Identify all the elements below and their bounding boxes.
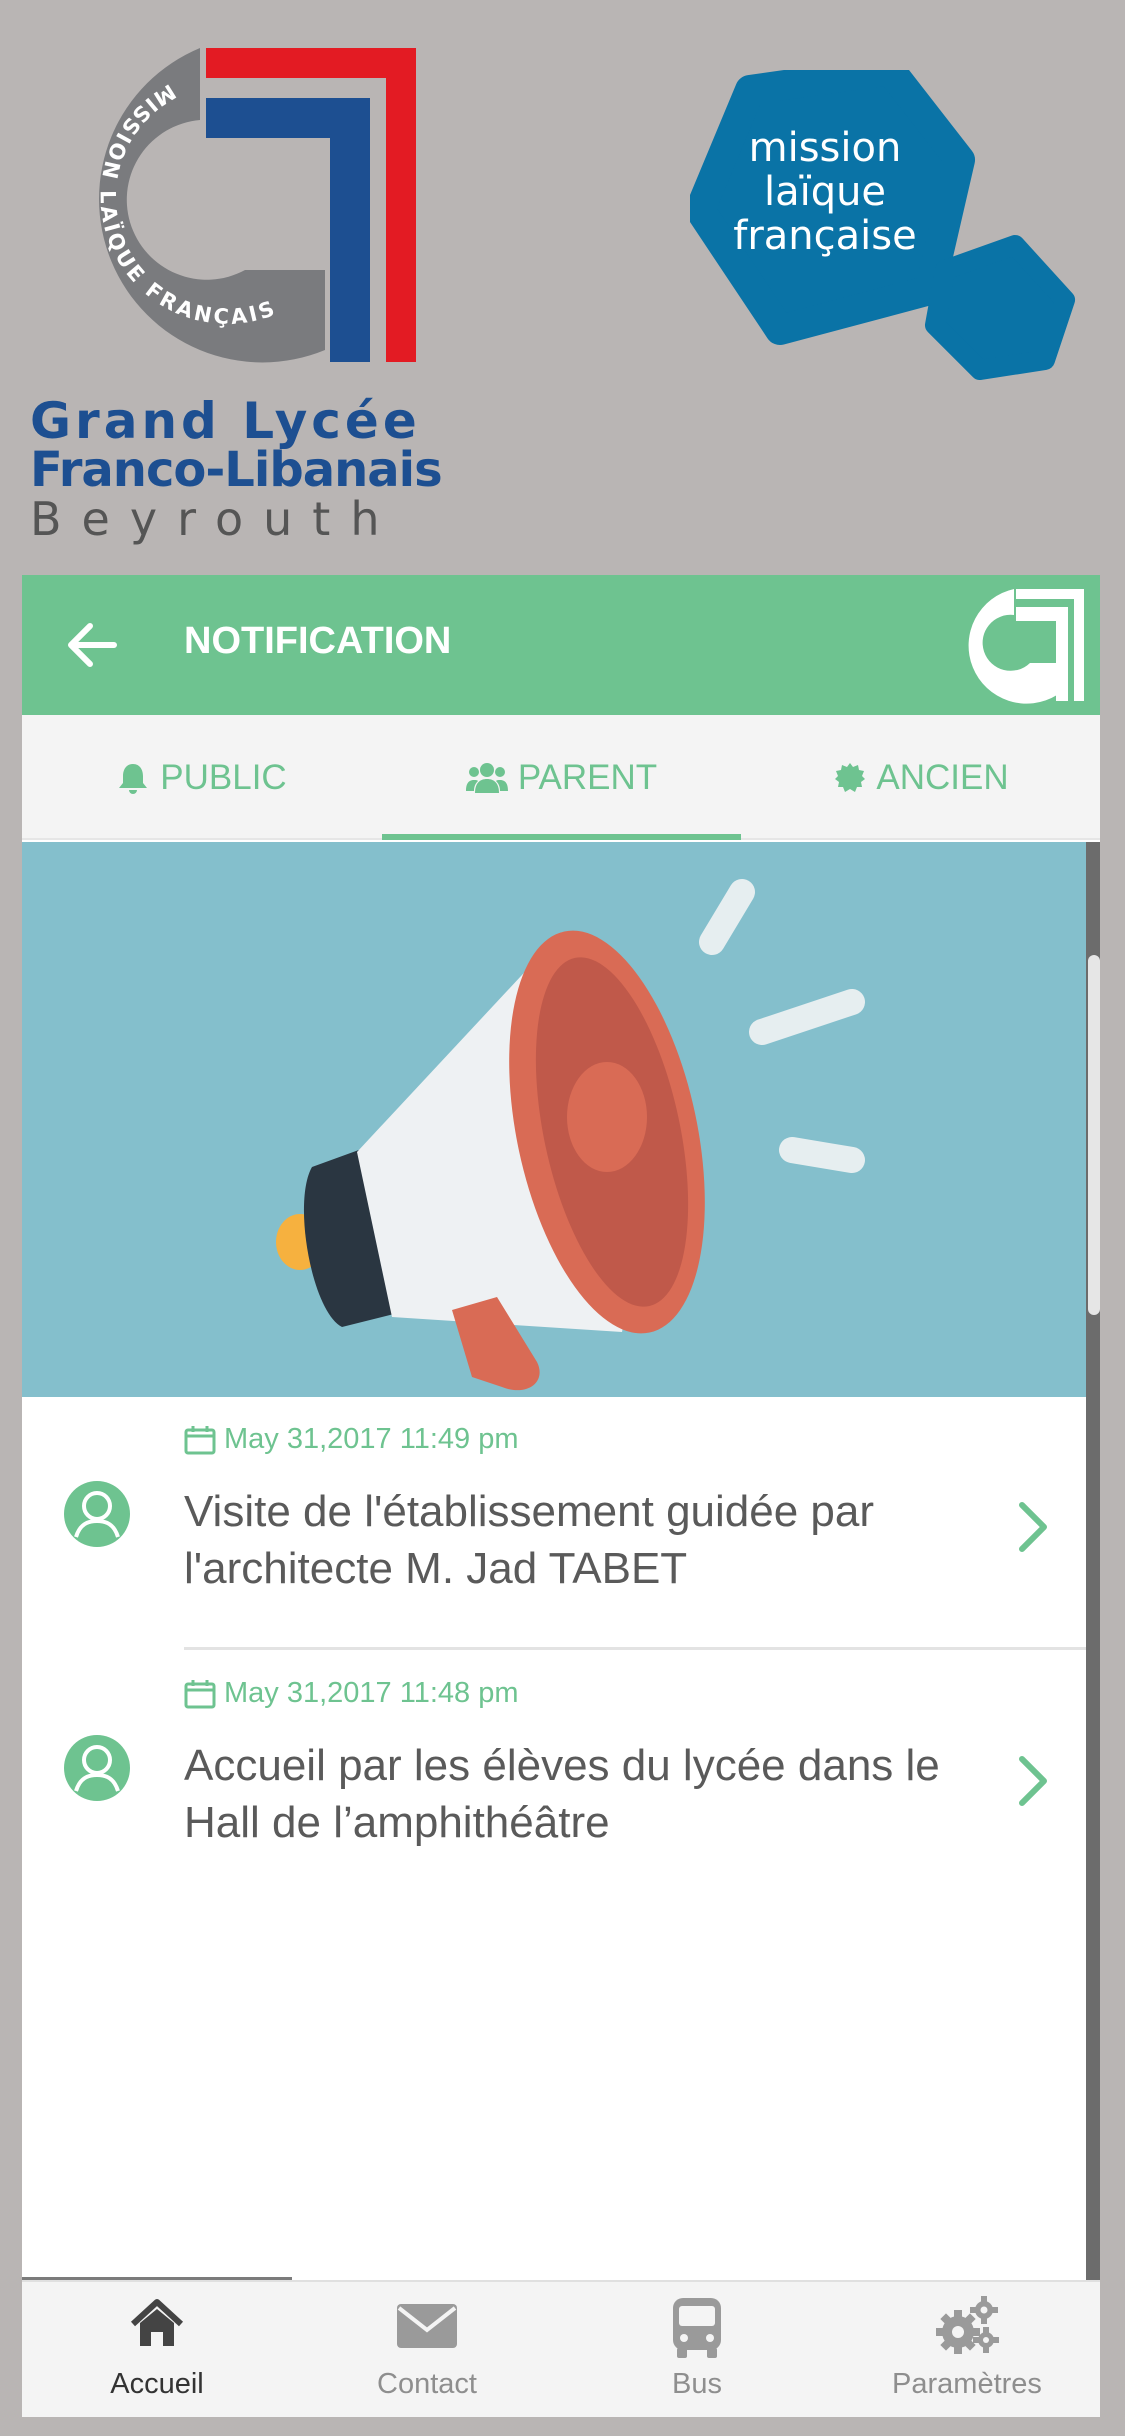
tab-public-label: PUBLIC: [160, 757, 287, 797]
megaphone-icon: [276, 879, 865, 1391]
envelope-icon: [292, 2296, 562, 2360]
mlf-line-laique: laïque: [763, 169, 887, 215]
tab-selected-indicator: [382, 834, 741, 840]
notification-date-row: May 31,2017 11:48 pm: [184, 1677, 519, 1710]
back-button[interactable]: [62, 615, 122, 675]
tab-parent[interactable]: PARENT: [382, 715, 741, 840]
gears-icon: [832, 2296, 1100, 2360]
calendar-icon: [184, 1425, 216, 1455]
notification-banner: [22, 842, 1100, 1397]
tab-bar: PUBLIC PARENT ANCIEN: [22, 715, 1100, 840]
arrow-left-icon: [68, 623, 117, 667]
mlf-logo: mission laïque française: [690, 70, 1090, 380]
user-avatar-icon: [64, 1481, 130, 1547]
nav-contact-label: Contact: [377, 2368, 477, 2400]
logo-line-franco-libanais: Franco-Libanais: [30, 442, 443, 498]
app-bar: NOTIFICATION: [22, 575, 1100, 715]
notification-date: May 31,2017 11:48 pm: [224, 1677, 519, 1709]
tab-parent-label: PARENT: [517, 757, 658, 797]
notification-title: Accueil par les élèves du lycée dans le …: [184, 1741, 940, 1847]
app-screen: NOTIFICATION PUBLIC PARENT ANCIEN May 31…: [22, 575, 1100, 2417]
users-icon: [465, 761, 508, 795]
nav-parametres[interactable]: Paramètres: [832, 2282, 1100, 2417]
logo-line-beyrouth: Beyrouth: [30, 492, 400, 546]
notification-title: Visite de l'établissement guidée par l'a…: [184, 1487, 875, 1593]
tab-ancien[interactable]: ANCIEN: [742, 715, 1100, 840]
bottom-navigation: Accueil Contact Bus Paramètres: [22, 2280, 1100, 2417]
school-logo: MISSION LAÏQUE FRANÇAISE Grand Lycée Fra…: [30, 40, 443, 546]
calendar-icon: [184, 1679, 216, 1709]
nav-bus[interactable]: Bus: [562, 2282, 832, 2417]
nav-bus-label: Bus: [672, 2368, 722, 2400]
nav-accueil[interactable]: Accueil: [22, 2282, 292, 2417]
chevron-right-icon: [1019, 1502, 1047, 1552]
nav-parametres-label: Paramètres: [892, 2368, 1042, 2400]
school-emblem-icon: MISSION LAÏQUE FRANÇAISE: [30, 40, 416, 363]
school-logo-icon: [952, 583, 1087, 708]
home-icon: [22, 2296, 292, 2360]
mlf-line-mission: mission: [748, 125, 902, 171]
gear-badge-icon: [834, 762, 866, 794]
user-avatar-icon: [64, 1735, 130, 1801]
mlf-line-francaise: française: [733, 213, 917, 259]
bell-icon: [116, 761, 150, 795]
page-title: NOTIFICATION: [184, 620, 452, 662]
tab-public[interactable]: PUBLIC: [22, 715, 381, 840]
tab-ancien-label: ANCIEN: [876, 757, 1009, 797]
notification-date: May 31,2017 11:49 pm: [224, 1423, 519, 1455]
divider: [184, 1647, 1086, 1650]
scrollbar-thumb[interactable]: [1088, 955, 1100, 1315]
nav-contact[interactable]: Contact: [292, 2282, 562, 2417]
bus-icon: [562, 2296, 832, 2360]
notification-item[interactable]: May 31,2017 11:49 pm Visite de l'établis…: [22, 1397, 1086, 1651]
nav-accueil-label: Accueil: [110, 2368, 204, 2400]
chevron-right-icon: [1019, 1756, 1047, 1806]
notification-item[interactable]: May 31,2017 11:48 pm Accueil par les élè…: [22, 1651, 1086, 1905]
notification-date-row: May 31,2017 11:49 pm: [184, 1423, 519, 1456]
